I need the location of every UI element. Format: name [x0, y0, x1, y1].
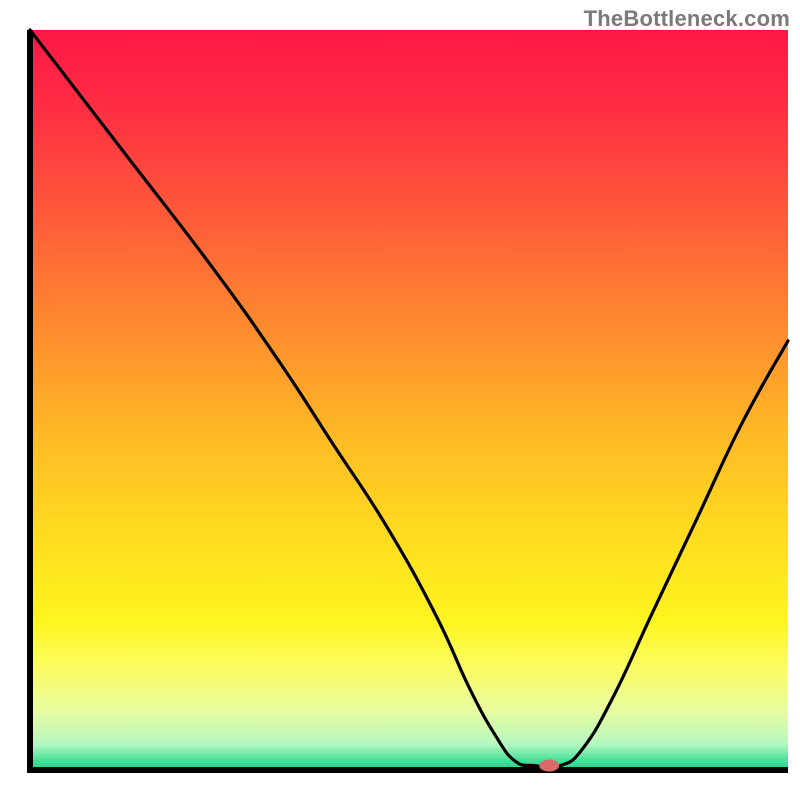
- chart-frame: TheBottleneck.com: [0, 0, 800, 800]
- chart-svg: [0, 0, 800, 800]
- watermark-text: TheBottleneck.com: [584, 6, 790, 32]
- plot-background: [30, 30, 788, 770]
- selected-point-marker: [539, 760, 559, 772]
